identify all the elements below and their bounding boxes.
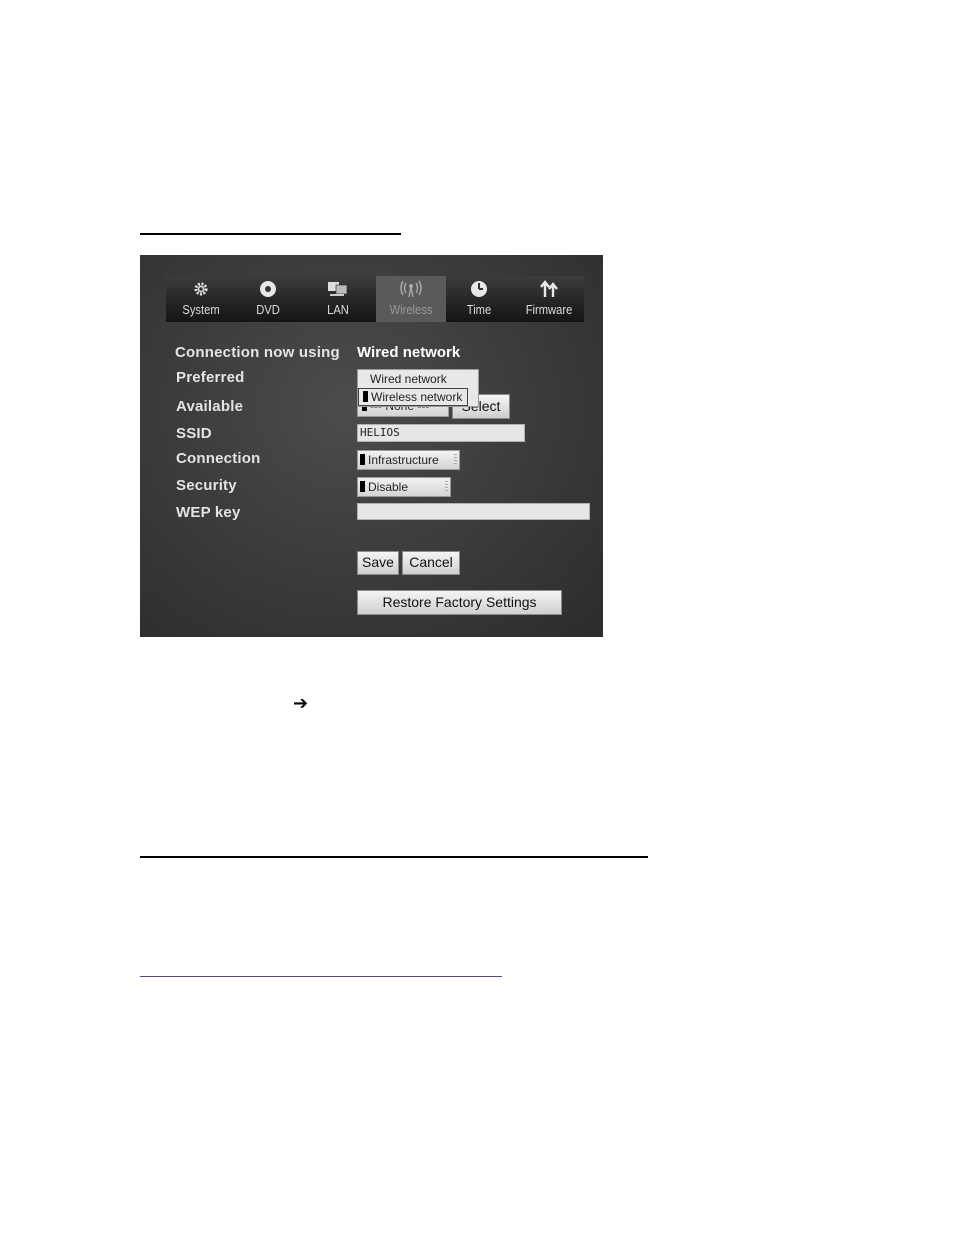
connection-now-using-label: Connection now using [175, 344, 340, 361]
security-select[interactable]: Disable [357, 477, 451, 497]
up-arrows-icon [516, 279, 582, 303]
gear-icon [170, 279, 232, 303]
wep-key-input[interactable] [357, 503, 590, 520]
arrow-icon: ➔ [293, 693, 309, 714]
connection-type-select[interactable]: Infrastructure [357, 450, 460, 470]
clock-icon [446, 279, 512, 303]
computers-icon [306, 279, 370, 303]
security-label: Security [176, 477, 237, 494]
wep-key-label: WEP key [176, 504, 241, 521]
preferred-option-wireless[interactable]: Wireless network [358, 388, 468, 406]
tab-lan[interactable]: LAN [306, 276, 370, 322]
tab-time[interactable]: Time [446, 276, 512, 322]
section-underline [140, 856, 648, 858]
preferred-option-wired[interactable]: Wired network [358, 370, 478, 388]
tab-bar: System DVD LAN Wireless Time Firmware [166, 276, 584, 322]
tab-system[interactable]: System [170, 276, 232, 322]
dropdown-grip [454, 454, 457, 466]
ssid-input[interactable]: HELIOS [357, 424, 525, 442]
connection-now-using-value: Wired network [357, 344, 461, 361]
tab-firmware[interactable]: Firmware [516, 276, 582, 322]
dropdown-grip [445, 481, 448, 493]
wireless-antenna-icon [376, 279, 446, 303]
selection-marker [363, 391, 368, 402]
tab-wireless[interactable]: Wireless [376, 276, 446, 322]
disc-icon [238, 279, 298, 303]
selection-marker [360, 481, 365, 492]
tab-dvd[interactable]: DVD [238, 276, 298, 322]
available-label: Available [176, 398, 244, 415]
save-button[interactable]: Save [357, 551, 399, 575]
selection-marker [360, 454, 365, 465]
settings-screenshot: System DVD LAN Wireless Time Firmware Co… [140, 255, 603, 637]
link-underline[interactable] [140, 976, 502, 977]
preferred-dropdown-list[interactable]: Wired network Wireless network [357, 369, 479, 407]
connection-type-label: Connection [176, 450, 261, 467]
heading-underline [140, 233, 401, 235]
cancel-button[interactable]: Cancel [402, 551, 460, 575]
preferred-option-wireless-label: Wireless network [371, 390, 463, 404]
restore-factory-settings-button[interactable]: Restore Factory Settings [357, 590, 562, 615]
preferred-label: Preferred [176, 369, 245, 386]
ssid-label: SSID [176, 425, 212, 442]
